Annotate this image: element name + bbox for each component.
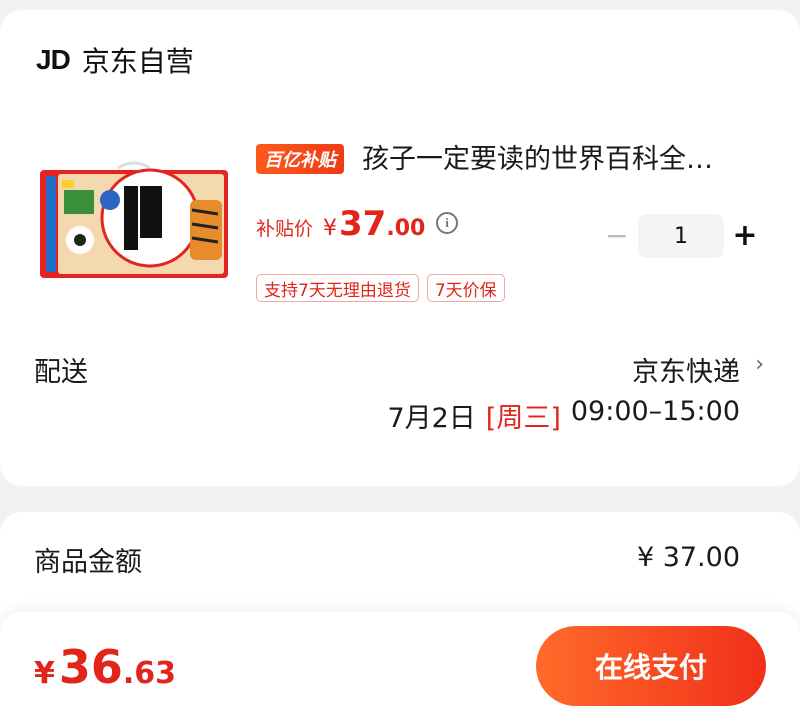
price-integer: 37 xyxy=(339,204,387,244)
goods-amount-label: 商品金额 xyxy=(34,547,142,578)
total-decimal: .63 xyxy=(122,656,177,691)
service-tags: 支持7天无理由退货 7天价保 xyxy=(256,274,505,302)
total-price: ¥ 36 .63 xyxy=(34,640,176,700)
total-currency: ¥ xyxy=(34,656,55,691)
delivery-carrier[interactable]: 京东快递 xyxy=(632,350,740,389)
goods-amount-value: ¥ 37.00 xyxy=(636,542,740,573)
delivery-window: 09:00–15:00 xyxy=(570,396,740,427)
quantity-minus-button[interactable]: − xyxy=(604,219,630,252)
seller-header[interactable]: JD 京东自营 xyxy=(36,38,194,82)
product-image[interactable] xyxy=(40,160,228,278)
pay-online-button[interactable]: 在线支付 xyxy=(536,626,766,706)
price-decimal: .00 xyxy=(386,216,426,241)
total-integer: 36 xyxy=(58,640,123,694)
price-label: 补贴价 xyxy=(256,218,314,240)
tag-return-policy: 支持7天无理由退货 xyxy=(256,274,419,302)
info-icon[interactable]: i xyxy=(436,212,458,234)
chevron-right-icon[interactable]: › xyxy=(755,352,764,377)
jd-logo: JD xyxy=(36,44,71,75)
quantity-plus-button[interactable]: + xyxy=(730,218,760,253)
delivery-time[interactable]: 7月2日 [周三] 09:00–15:00 xyxy=(387,396,740,435)
product-price: 补贴价 ¥ 37 .00 xyxy=(256,204,425,248)
delivery-weekday: [周三] xyxy=(485,403,561,434)
tag-price-protect: 7天价保 xyxy=(426,274,505,302)
delivery-date: 7月2日 xyxy=(387,403,476,434)
price-currency: ¥ xyxy=(323,216,338,241)
delivery-label: 配送 xyxy=(34,357,88,388)
subsidy-badge: 百亿补贴 xyxy=(256,144,344,174)
product-title[interactable]: 孩子一定要读的世界百科全… xyxy=(362,140,762,180)
quantity-field[interactable]: 1 xyxy=(638,214,724,258)
seller-name: 京东自营 xyxy=(81,45,194,78)
